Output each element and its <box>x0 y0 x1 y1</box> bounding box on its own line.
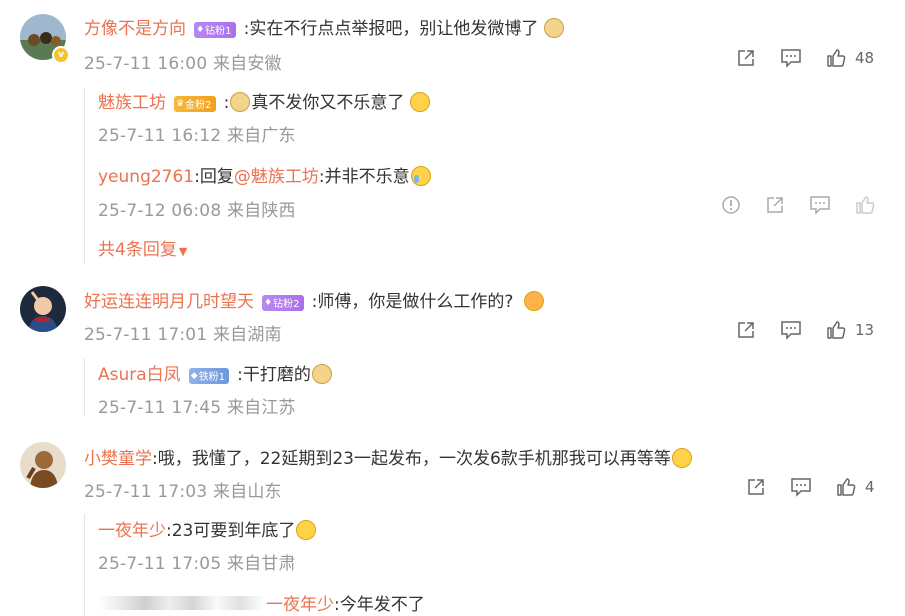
reply-text: :23可要到年底了 <box>166 521 296 541</box>
more-replies-link[interactable]: 共4条回复 ▼ <box>98 235 187 260</box>
doge-emoji <box>230 92 251 112</box>
reply-location: 来自甘肃 <box>226 554 296 574</box>
username[interactable]: 小樊童学 <box>84 449 152 469</box>
reply-username[interactable]: Asura白凤 <box>98 365 181 385</box>
avatar[interactable] <box>20 442 66 488</box>
mention-link[interactable]: @魅族工坊 <box>234 167 319 187</box>
fan-badge: ♛ 金粉2 <box>174 95 216 112</box>
more-replies-label: 共4条回复 <box>98 240 177 260</box>
like-icon[interactable] <box>836 477 856 497</box>
comment-line: 好运连连明月几时望天 ♦ 钻粉2 :师傅，你是做什么工作的? <box>84 287 545 312</box>
share-icon[interactable] <box>736 320 756 340</box>
comment-icon[interactable] <box>780 320 802 340</box>
comment-meta: 25-7-11 17:01 来自湖南 <box>84 320 282 345</box>
reply-line: 一夜年少:23可要到年底了 <box>98 516 317 541</box>
reply-colon: : <box>223 93 230 113</box>
reply-line: Asura白凤 ◆ 铁粉1 :干打磨的 <box>98 360 333 385</box>
crown-icon: ♛ <box>176 98 185 109</box>
smile-emoji <box>524 291 545 311</box>
comment-icon[interactable] <box>780 48 802 68</box>
username[interactable]: 好运连连明月几时望天 <box>84 292 254 312</box>
reply-text: :干打磨的 <box>237 365 311 385</box>
like-icon[interactable] <box>826 48 846 68</box>
reply-divider <box>84 358 85 416</box>
diamond-icon: ◆ <box>190 370 198 381</box>
avatar[interactable] <box>20 286 66 332</box>
share-icon[interactable] <box>765 195 785 215</box>
reply-line: 魅族工坊 ♛ 金粉2 : 真不发你又不乐意了 <box>98 88 431 113</box>
reply-location: 来自广东 <box>226 126 296 146</box>
comment-time: 25-7-11 17:01 <box>84 325 208 345</box>
comment-text: :哦，我懂了，22延期到23一起发布，一次发6款手机那我可以再等等 <box>152 449 671 469</box>
comment-icon[interactable] <box>790 477 812 497</box>
comment-line: 方像不是方向 ♦ 钻粉1 :实在不行点点举报吧，别让他发微博了 <box>84 14 565 39</box>
comment-location: 来自湖南 <box>212 325 282 345</box>
caret-down-icon: ▼ <box>178 245 188 258</box>
share-icon[interactable] <box>736 48 756 68</box>
reply-time: 25-7-11 17:05 <box>98 554 222 574</box>
reply-meta: 25-7-11 17:05 来自甘肃 <box>98 549 296 574</box>
diamond-icon: ♦ <box>196 24 205 35</box>
share-icon[interactable] <box>746 477 766 497</box>
like-count: 13 <box>855 321 875 339</box>
doge-emoji <box>311 364 332 384</box>
comment-actions: 48 <box>736 48 874 68</box>
comment-text: :师傅，你是做什么工作的? <box>311 292 514 312</box>
reply-time: 25-7-12 06:08 <box>98 201 222 221</box>
comment-line: 小樊童学:哦，我懂了，22延期到23一起发布，一次发6款手机那我可以再等等 <box>84 444 693 469</box>
reply-text: :今年发不了 <box>334 595 425 615</box>
comment-actions: 13 <box>736 320 874 340</box>
verified-badge: v <box>52 46 70 64</box>
reply-username[interactable]: yeung2761 <box>98 167 194 187</box>
reply-location: 来自江苏 <box>226 398 296 418</box>
blurred-username <box>98 595 264 610</box>
comment-time: 25-7-11 16:00 <box>84 54 208 74</box>
fan-badge: ♦ 钻粉1 <box>194 21 236 38</box>
reply-divider <box>84 88 85 264</box>
comment-meta: 25-7-11 17:03 来自山东 <box>84 477 282 502</box>
reply-line: 一夜年少:今年发不了 <box>98 590 425 615</box>
reply-meta: 25-7-11 17:45 来自江苏 <box>98 393 296 418</box>
diamond-icon: ♦ <box>264 297 273 308</box>
doge-emoji <box>544 18 565 38</box>
comment-icon[interactable] <box>809 195 831 215</box>
fan-badge: ◆ 铁粉1 <box>188 367 230 384</box>
report-icon[interactable] <box>721 195 741 215</box>
comment-actions: 4 <box>746 477 875 497</box>
reply-username[interactable]: 魅族工坊 <box>98 93 166 113</box>
smirk-emoji <box>671 448 692 468</box>
username[interactable]: 方像不是方向 <box>84 19 186 39</box>
smile-emoji <box>410 92 431 112</box>
reply-time: 25-7-11 17:45 <box>98 398 222 418</box>
reply-location: 来自陕西 <box>226 201 296 221</box>
reply-line: yeung2761:回复@魅族工坊:并非不乐意 <box>98 162 432 187</box>
comment-location: 来自山东 <box>212 482 282 502</box>
like-icon[interactable] <box>855 195 875 215</box>
party-emoji <box>296 520 317 540</box>
like-count: 48 <box>855 49 875 67</box>
comment-time: 25-7-11 17:03 <box>84 482 208 502</box>
mention-link[interactable]: 一夜年少 <box>266 590 334 615</box>
reply-time: 25-7-11 16:12 <box>98 126 222 146</box>
cry-emoji <box>410 166 431 186</box>
comment-location: 来自安徽 <box>212 54 282 74</box>
reply-text: 真不发你又不乐意了 <box>251 93 405 113</box>
like-icon[interactable] <box>826 320 846 340</box>
reply-text: :回复 <box>194 167 234 187</box>
fan-badge: ♦ 钻粉2 <box>262 294 304 311</box>
comment-text: :实在不行点点举报吧，别让他发微博了 <box>243 19 539 39</box>
reply-text: :并非不乐意 <box>318 167 410 187</box>
reply-username[interactable]: 一夜年少 <box>98 521 166 541</box>
reply-meta: 25-7-11 16:12 来自广东 <box>98 121 296 146</box>
like-count: 4 <box>865 478 875 496</box>
reply-actions <box>721 195 875 215</box>
comment-meta: 25-7-11 16:00 来自安徽 <box>84 49 282 74</box>
reply-meta: 25-7-12 06:08 来自陕西 <box>98 196 296 221</box>
reply-divider <box>84 514 85 616</box>
